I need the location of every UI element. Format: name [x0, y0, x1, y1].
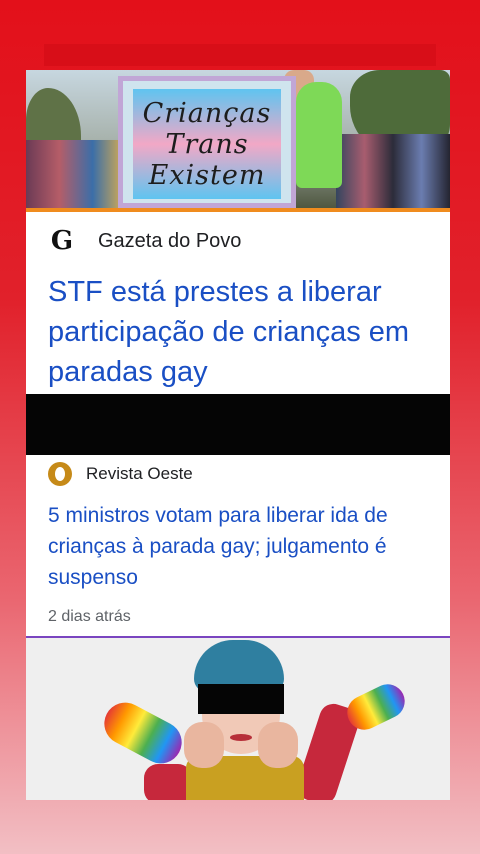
crowd-shape — [336, 134, 450, 208]
divider — [26, 208, 450, 212]
article1-photo[interactable]: Crianças Trans Existem — [26, 70, 450, 208]
hand-shape — [184, 722, 224, 768]
crowd-shape — [26, 140, 126, 208]
redaction-eye-bar — [198, 684, 284, 714]
article2-photo[interactable] — [26, 638, 450, 800]
banner-line: Trans — [165, 128, 249, 160]
gazeta-logo-icon: G — [50, 226, 74, 256]
article1-source[interactable]: G Gazeta do Povo — [50, 226, 242, 256]
redaction-bar — [26, 394, 450, 455]
hand-shape — [258, 722, 298, 768]
top-strip — [44, 44, 436, 66]
news-card: Crianças Trans Existem G Gazeta do Povo … — [26, 70, 450, 800]
leg-shape — [144, 764, 192, 800]
revista-oeste-logo-icon — [48, 462, 72, 486]
article2-headline[interactable]: 5 ministros votam para liberar ida de cr… — [48, 500, 444, 593]
lips-shape — [230, 734, 252, 741]
rainbow-shoe — [96, 695, 190, 771]
article2-source[interactable]: Revista Oeste — [48, 462, 193, 486]
banner-line: Existem — [148, 159, 266, 191]
protest-banner: Crianças Trans Existem — [118, 76, 296, 208]
source-name: Revista Oeste — [86, 464, 193, 483]
banner-text-area: Crianças Trans Existem — [133, 89, 281, 199]
article2-timestamp: 2 dias atrás — [48, 608, 131, 625]
source-name: Gazeta do Povo — [98, 229, 242, 252]
banner-line: Crianças — [142, 97, 272, 129]
article1-headline[interactable]: STF está prestes a liberar participação … — [48, 272, 440, 392]
person-shape — [296, 82, 342, 188]
